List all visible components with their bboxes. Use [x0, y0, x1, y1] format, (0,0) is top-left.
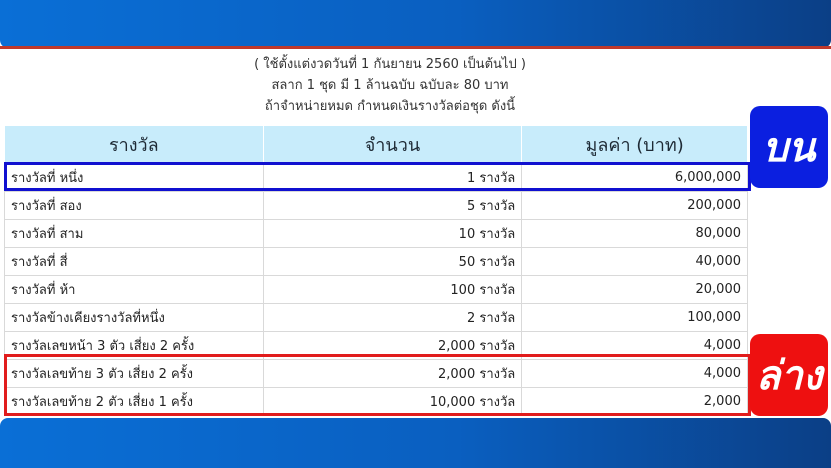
- cell-count: 10 รางวัล: [262, 219, 523, 248]
- note-line: สลาก 1 ชุด มี 1 ล้านฉบับ ฉบับละ 80 บาท: [271, 78, 509, 93]
- last-digits-highlight: [4, 354, 751, 416]
- cell-value: 20,000: [521, 275, 748, 304]
- top-banner: [0, 0, 831, 48]
- cell-count: 5 รางวัล: [262, 191, 523, 220]
- upper-badge: บน: [750, 106, 828, 188]
- bottom-banner: [0, 418, 831, 468]
- header-prize: รางวัล: [4, 125, 264, 164]
- header-count: จำนวน: [262, 125, 523, 164]
- table-row: รางวัลที่ สี่ 50 รางวัล 40,000: [4, 247, 748, 276]
- table-row: รางวัลข้างเคียงรางวัลที่หนึ่ง 2 รางวัล 1…: [4, 303, 748, 332]
- cell-prize: รางวัลที่ สี่: [4, 247, 264, 276]
- table-header-row: รางวัล จำนวน มูลค่า (บาท): [4, 125, 748, 164]
- cell-prize: รางวัลที่ สอง: [4, 191, 264, 220]
- table-row: รางวัลที่ สาม 10 รางวัล 80,000: [4, 219, 748, 248]
- cell-count: 100 รางวัล: [262, 275, 523, 304]
- lower-badge: ล่าง: [750, 334, 828, 416]
- note-line: ถ้าจำหน่ายหมด กำหนดเงินรางวัลต่อชุด ดังน…: [264, 99, 516, 114]
- top-divider: [0, 46, 831, 49]
- notes: ( ใช้ตั้งแต่งวดวันที่ 1 กันยายน 2560 เป็…: [0, 54, 780, 117]
- note-line: ( ใช้ตั้งแต่งวดวันที่ 1 กันยายน 2560 เป็…: [254, 57, 526, 72]
- cell-value: 40,000: [521, 247, 748, 276]
- cell-prize: รางวัลข้างเคียงรางวัลที่หนึ่ง: [4, 303, 264, 332]
- table-row: รางวัลที่ ห้า 100 รางวัล 20,000: [4, 275, 748, 304]
- cell-value: 80,000: [521, 219, 748, 248]
- cell-value: 200,000: [521, 191, 748, 220]
- cell-count: 50 รางวัล: [262, 247, 523, 276]
- cell-prize: รางวัลที่ ห้า: [4, 275, 264, 304]
- first-prize-highlight: [4, 162, 751, 191]
- table-row: รางวัลที่ สอง 5 รางวัล 200,000: [4, 191, 748, 220]
- cell-prize: รางวัลที่ สาม: [4, 219, 264, 248]
- cell-value: 100,000: [521, 303, 748, 332]
- cell-count: 2 รางวัล: [262, 303, 523, 332]
- header-value: มูลค่า (บาท): [521, 125, 748, 164]
